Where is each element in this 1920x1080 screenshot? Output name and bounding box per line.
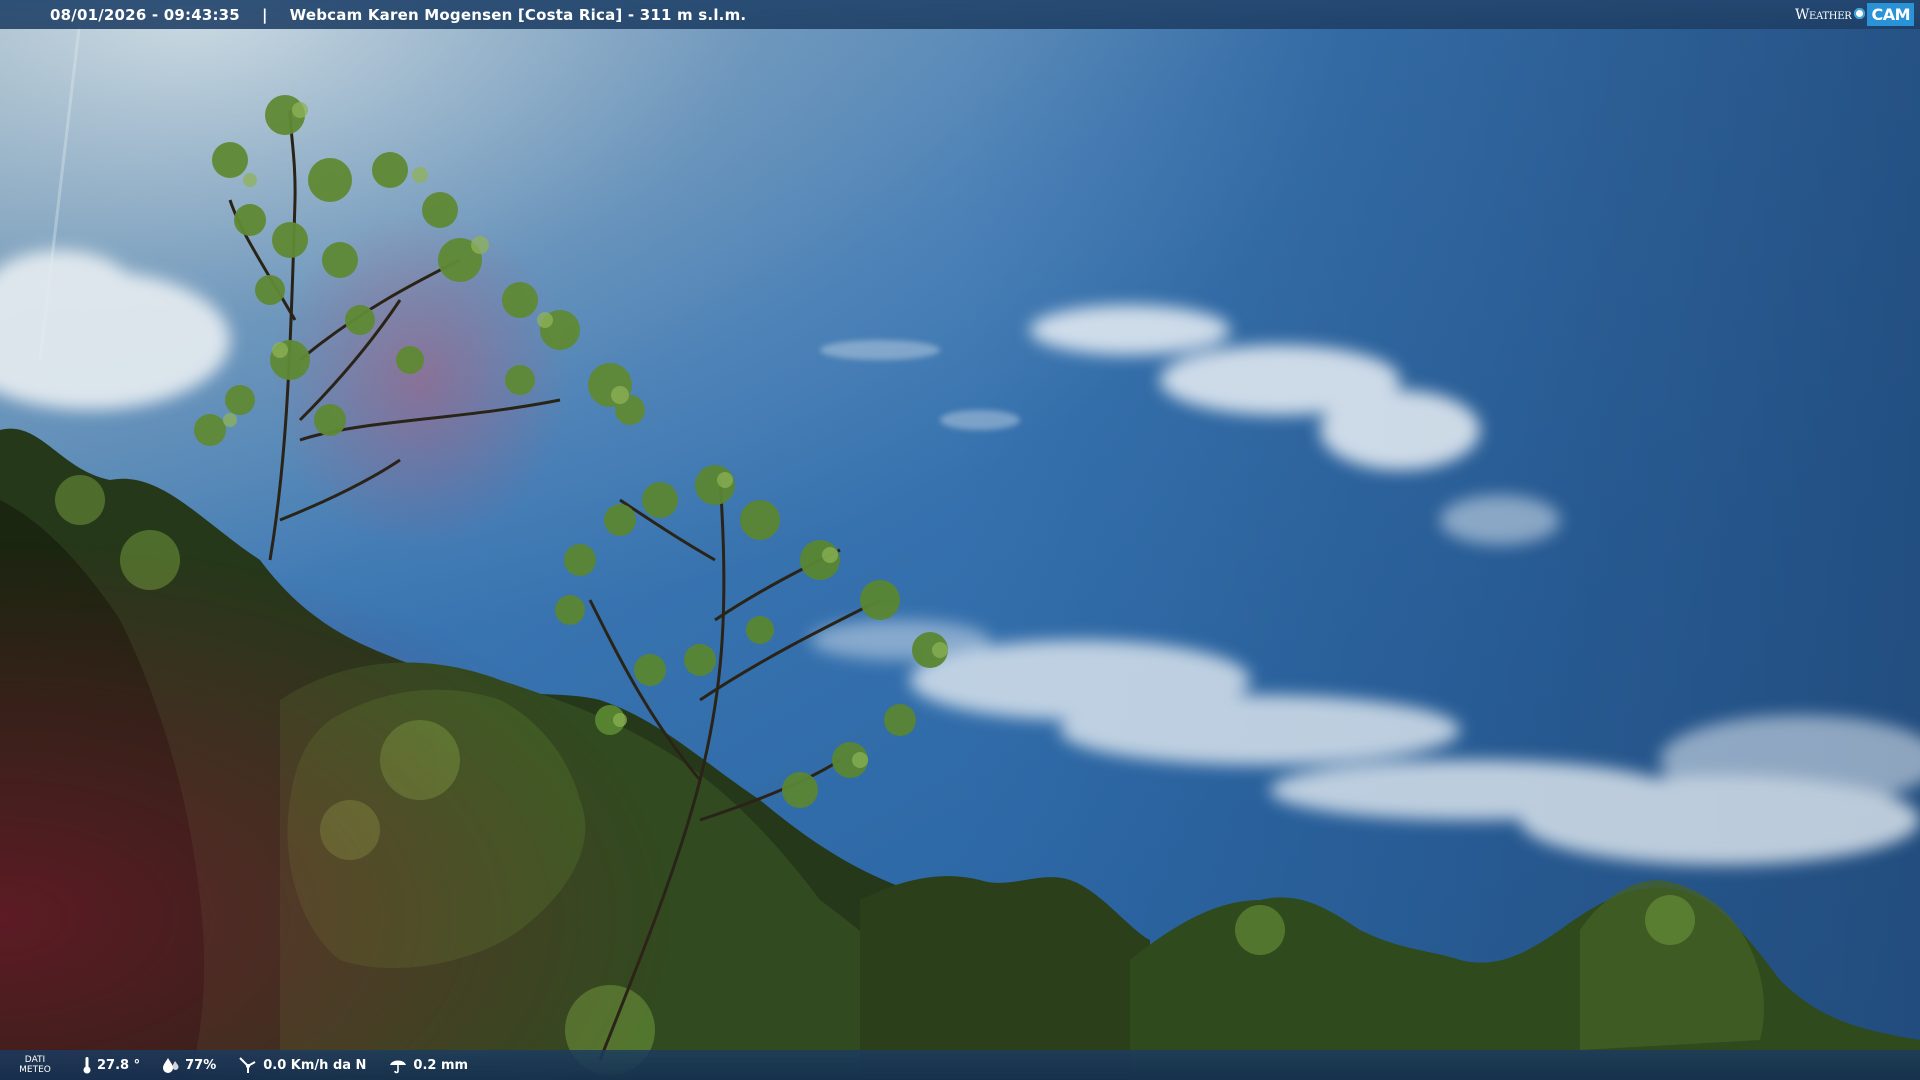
humidity-value: 77%	[185, 1057, 217, 1073]
humidity-icon	[163, 1058, 179, 1073]
logo-dot-icon	[1854, 7, 1866, 19]
temperature-reading: 27.8 °	[82, 1056, 140, 1074]
wind-icon	[239, 1057, 256, 1073]
wind-value: 0.0 Km/h da N	[263, 1057, 367, 1073]
capture-datetime: 08/01/2026 - 09:43:35	[50, 5, 240, 24]
webcam-scene	[0, 0, 1920, 1080]
header-separator: |	[261, 5, 268, 24]
logo-cam-text: CAM	[1867, 3, 1914, 26]
webcam-title: Webcam Karen Mogensen [Costa Rica] - 311…	[289, 5, 747, 24]
meteo-bar: DATI METEO 27.8 ° 77% 0.0 Km/h da N 0.2 …	[0, 1050, 1920, 1080]
rain-reading: 0.2 mm	[388, 1056, 468, 1074]
thermometer-icon	[83, 1057, 91, 1074]
weathercam-logo[interactable]: Weather CAM	[1795, 0, 1920, 29]
wind-reading: 0.0 Km/h da N	[238, 1056, 366, 1074]
logo-weather-text: Weather	[1794, 6, 1852, 23]
meteo-label: DATI METEO	[19, 1055, 51, 1075]
top-info-bar: 08/01/2026 - 09:43:35 | Webcam Karen Mog…	[0, 0, 1920, 29]
rain-value: 0.2 mm	[413, 1057, 469, 1073]
temperature-value: 27.8 °	[97, 1057, 141, 1073]
rain-icon	[390, 1060, 407, 1074]
humidity-reading: 77%	[162, 1057, 216, 1073]
